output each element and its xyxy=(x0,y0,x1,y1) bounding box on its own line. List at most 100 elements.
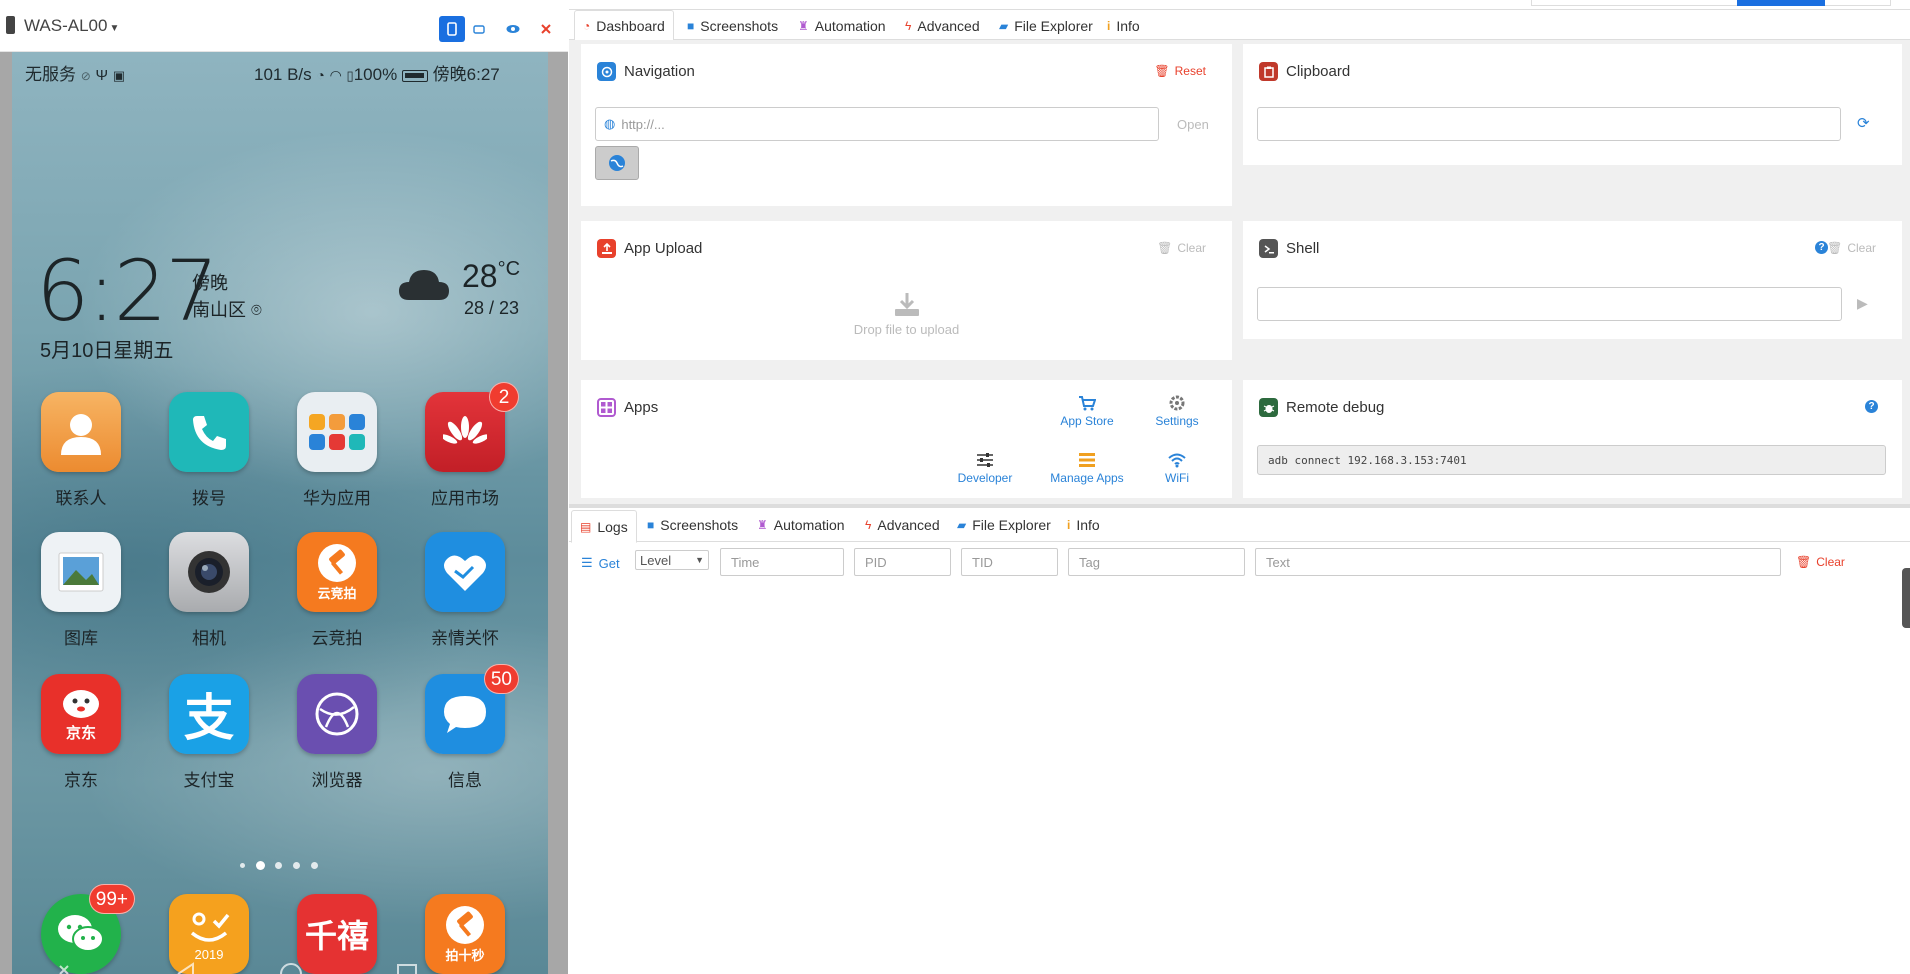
tab-advanced-bottom[interactable]: ϟ Advanced xyxy=(865,508,940,542)
device-name: WAS-AL00 xyxy=(24,16,108,35)
bug-icon xyxy=(1259,398,1278,417)
settings-link[interactable]: Settings xyxy=(1137,395,1217,428)
text-filter[interactable]: Text xyxy=(1255,548,1781,576)
open-button[interactable]: Open xyxy=(1177,117,1209,132)
run-button[interactable]: ▶ xyxy=(1857,295,1868,312)
app-upload-title: App Upload xyxy=(597,239,702,258)
device-selector[interactable]: WAS-AL00 ▼ xyxy=(24,16,119,36)
help-icon: ? xyxy=(1815,241,1828,254)
bolt-icon: ϟ xyxy=(905,19,912,33)
tab-dashboard[interactable]: ◔ Dashboard xyxy=(574,10,674,42)
tab-automation-bottom[interactable]: ♜ Automation xyxy=(757,508,845,542)
developer-link[interactable]: Developer xyxy=(945,452,1025,485)
huawei-logo-icon xyxy=(443,416,487,444)
navigation-card: Navigation 🗑 Reset ◍ http://... Open xyxy=(581,44,1232,206)
device-screen[interactable]: 无服务 ⊘ Ψ ▣ 101 B/s ◔ ◠ ▯100% 傍晚6:27 6:27 … xyxy=(12,52,548,974)
clear-logs-button[interactable]: 🗑 Clear xyxy=(1796,555,1845,569)
url-input[interactable]: ◍ http://... xyxy=(595,107,1159,141)
notification-icon: ▣ xyxy=(112,68,126,83)
app-gallery[interactable]: 图库 xyxy=(26,532,136,649)
tag-filter[interactable]: Tag xyxy=(1068,548,1245,576)
app-alipay[interactable]: 支 支付宝 xyxy=(154,674,264,791)
app-appgallery[interactable]: 2 应用市场 xyxy=(410,382,520,509)
download-icon xyxy=(894,293,919,316)
scrollbar-handle[interactable] xyxy=(1902,568,1910,628)
trash-icon: 🗑 xyxy=(1157,241,1173,255)
app-camera[interactable]: 相机 xyxy=(154,532,264,649)
app-family-care[interactable]: 亲情关怀 xyxy=(410,532,520,649)
info-icon: i xyxy=(1107,19,1111,33)
portrait-icon xyxy=(447,22,457,36)
primary-button-edge[interactable] xyxy=(1737,0,1825,6)
caret-down-icon: ▼ xyxy=(695,555,704,565)
folder-icon: ▰ xyxy=(999,19,1009,33)
app-contacts[interactable]: 联系人 xyxy=(26,392,136,509)
device-pane: WAS-AL00 ▼ 无服务 ⊘ Ψ ▣ 101 B/s ◔ ◠ ▯100% 傍晚… xyxy=(0,0,568,974)
badge: 99+ xyxy=(88,884,135,914)
main-panel: ◔ Dashboard ■ Screenshots ♜ Automation ϟ Adv… xyxy=(569,0,1910,974)
pid-filter[interactable]: PID xyxy=(854,548,951,576)
level-select[interactable]: Level ▼ xyxy=(635,550,709,570)
clipboard-input[interactable] xyxy=(1257,107,1841,141)
apps-title: Apps xyxy=(597,398,658,417)
device-toolbar: WAS-AL00 ▼ xyxy=(0,0,568,52)
shell-clear-button[interactable]: 🗑 Clear xyxy=(1827,241,1876,255)
portrait-button[interactable] xyxy=(439,16,465,42)
landscape-button[interactable] xyxy=(466,16,492,42)
tab-info-bottom[interactable]: i Info xyxy=(1067,508,1100,542)
tab-screenshots-bottom[interactable]: ■ Screenshots xyxy=(647,508,738,542)
tab-logs[interactable]: ▤ Logs xyxy=(571,510,637,543)
vibrate-icon: ▯ xyxy=(346,68,354,83)
tid-filter[interactable]: TID xyxy=(961,548,1058,576)
app-messages[interactable]: 50 信息 xyxy=(410,664,520,791)
upload-icon xyxy=(597,239,616,258)
drop-zone[interactable]: Drop file to upload xyxy=(581,291,1232,337)
page-dot xyxy=(293,862,300,869)
reset-button[interactable]: 🗑 Reset xyxy=(1154,64,1206,78)
adb-command[interactable]: adb connect 192.168.3.153:7401 xyxy=(1257,445,1886,475)
wifi-link[interactable]: WiFi xyxy=(1137,452,1217,485)
nav-close-icon xyxy=(59,965,69,974)
tab-file-explorer-bottom[interactable]: ▰ File Explorer xyxy=(957,508,1051,542)
device-frame: 无服务 ⊘ Ψ ▣ 101 B/s ◔ ◠ ▯100% 傍晚6:27 6:27 … xyxy=(0,52,568,974)
app-huawei-apps[interactable]: 华为应用 xyxy=(282,392,392,509)
page-dot xyxy=(275,862,282,869)
shell-help-button[interactable]: ? xyxy=(1815,241,1828,254)
status-carrier: 无服务 ⊘ Ψ ▣ xyxy=(25,65,126,84)
gavel-icon xyxy=(318,543,356,582)
app-store-link[interactable]: App Store xyxy=(1047,395,1127,428)
phone-icon xyxy=(6,16,15,34)
get-logs-button[interactable]: ☰ Get xyxy=(581,555,620,571)
nav-bar xyxy=(59,962,417,974)
heart-handshake-icon xyxy=(444,555,486,591)
app-jd[interactable]: 京东 京东 xyxy=(26,674,136,791)
tab-file-explorer[interactable]: ▰ File Explorer xyxy=(999,10,1093,42)
robot-icon: ♜ xyxy=(757,518,768,532)
clipboard-card: Clipboard ⟳ xyxy=(1243,44,1902,165)
app-auction[interactable]: 云竞拍 云竞拍 xyxy=(282,532,392,649)
app-dialer[interactable]: 拨号 xyxy=(154,392,264,509)
contacts-icon xyxy=(61,414,101,455)
manage-apps-link[interactable]: Manage Apps xyxy=(1037,452,1137,485)
app-browser[interactable]: 浏览器 xyxy=(282,674,392,791)
time-filter[interactable]: Time xyxy=(720,548,844,576)
play-icon: ▶ xyxy=(1857,295,1868,311)
close-device-button[interactable] xyxy=(533,16,559,42)
tab-automation[interactable]: ♜ Automation xyxy=(798,10,886,42)
tab-info[interactable]: i Info xyxy=(1107,10,1140,42)
upload-clear-button[interactable]: 🗑 Clear xyxy=(1157,241,1206,255)
tab-advanced[interactable]: ϟ Advanced xyxy=(905,10,980,42)
page-dot-active xyxy=(256,861,265,870)
view-button[interactable] xyxy=(500,16,526,42)
globe-icon xyxy=(609,155,625,171)
shell-input[interactable] xyxy=(1257,287,1842,321)
nav-back-icon xyxy=(177,962,194,974)
remote-debug-help-button[interactable]: ? xyxy=(1865,400,1878,413)
nav-recents-icon xyxy=(397,964,417,974)
refresh-button[interactable]: ⟳ xyxy=(1857,114,1870,132)
tab-screenshots[interactable]: ■ Screenshots xyxy=(687,10,778,42)
eye-icon xyxy=(506,25,520,33)
browser-button[interactable] xyxy=(595,146,639,180)
status-right: 101 B/s ◔ ◠ ▯100% 傍晚6:27 xyxy=(254,65,500,84)
clipboard-title: Clipboard xyxy=(1259,62,1350,81)
